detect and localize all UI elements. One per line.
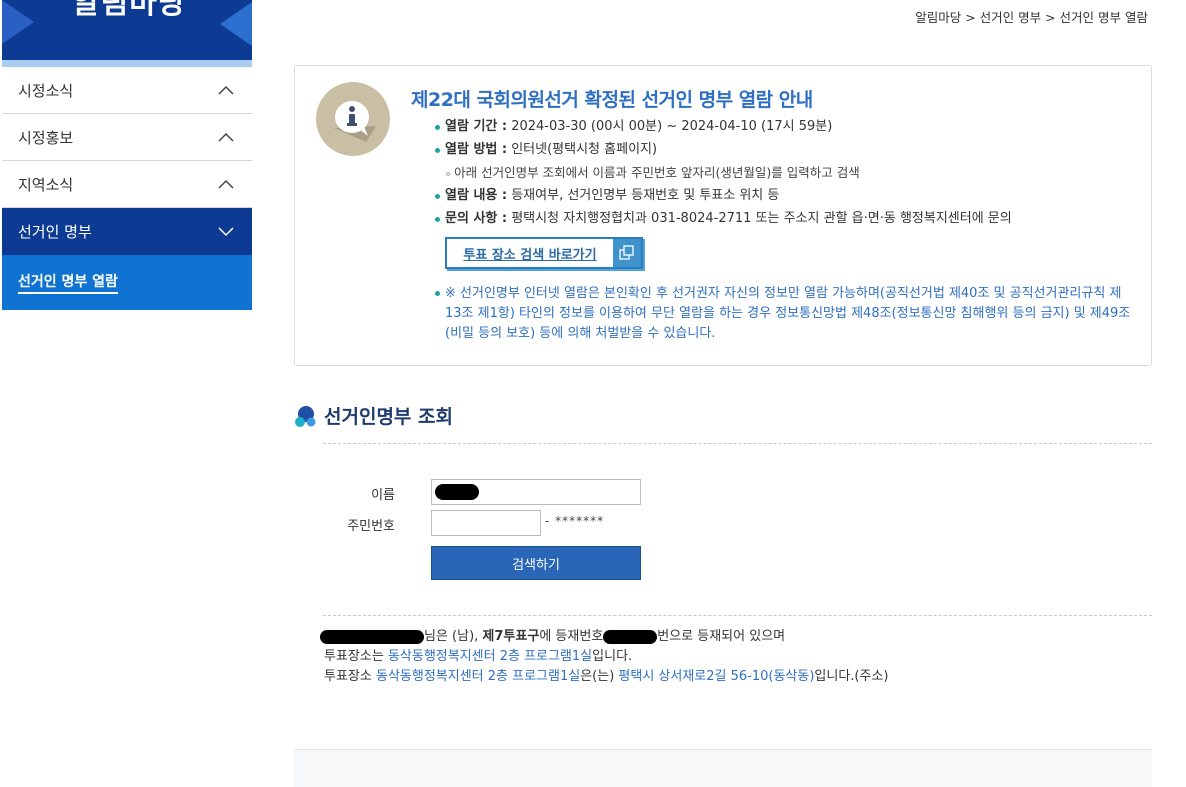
sidebar-item-label: 시정홍보 (18, 128, 74, 147)
legal-warning: ※ 선거인명부 인터넷 열람은 본인확인 후 선거권자 자신의 정보만 열람 가… (435, 284, 1135, 344)
section-title: 선거인명부 조회 (294, 402, 453, 429)
sidebar-banner: 알림마당 (2, 0, 252, 60)
breadcrumb: 알림마당 > 선거인 명부 > 선거인 명부 열람 (915, 10, 1148, 25)
redaction (435, 484, 479, 500)
notice-row: 열람 내용 : 등재여부, 선거인명부 등재번호 및 투표소 위치 등 (435, 187, 1135, 210)
sidebar-item-voter-list[interactable]: 선거인 명부 (2, 208, 252, 255)
sidebar-item-news[interactable]: 시정소식 (2, 67, 252, 114)
sidebar-item-label: 지역소식 (18, 175, 74, 194)
submenu-item-voter-list-view[interactable]: 선거인 명부 열람 (18, 274, 118, 294)
redaction (603, 629, 658, 644)
result-line-3: 투표장소 동삭동행정복지센터 2층 프로그램1실은(는) 평택시 상서재로2길 … (324, 669, 889, 684)
result-line-1: 님은 (남), 제7투표구에 등재번호 번으로 등재되어 있으며 (320, 627, 889, 647)
notice-sub-row: » 아래 선거인명부 조회에서 이름과 주민번호 앞자리(생년월일)를 입력하고 … (445, 165, 860, 180)
sidebar-banner-title: 알림마당 (72, 0, 187, 21)
rrn-label: 주민번호 (347, 519, 395, 534)
divider (323, 615, 1152, 616)
redaction (320, 629, 424, 644)
sidebar-item-label: 시정소식 (18, 81, 74, 100)
name-label: 이름 (371, 488, 395, 503)
search-result: 님은 (남), 제7투표구에 등재번호 번으로 등재되어 있으며 투표장소는 동삭… (320, 627, 889, 687)
chevron-up-icon (218, 132, 234, 142)
footer (294, 750, 1152, 787)
rrn-input[interactable] (431, 510, 541, 536)
search-button[interactable]: 검색하기 (431, 546, 641, 580)
rrn-mask: - ******* (545, 514, 605, 528)
sidebar-item-local[interactable]: 지역소식 (2, 161, 252, 208)
notice-title: 제22대 국회의원선거 확정된 선거인 명부 열람 안내 (411, 89, 813, 111)
divider (323, 443, 1152, 444)
notice-list: 열람 기간 : 2024-03-30 (00시 00분) ~ 2024-04-1… (435, 118, 1135, 233)
notice-row: 문의 사항 : 평택시청 자치행정협치과 031-8024-2711 또는 주소… (435, 210, 1135, 233)
external-link-icon (613, 239, 641, 267)
section-bullet-icon (295, 405, 316, 427)
arrow-icon: » (445, 169, 452, 180)
polling-place-link-button[interactable]: 투표 장소 검색 바로가기 (445, 237, 643, 269)
sidebar-item-pr[interactable]: 시정홍보 (2, 114, 252, 161)
info-icon (316, 82, 390, 156)
notice-row: 열람 방법 : 인터넷(평택시청 홈페이지) (435, 141, 1135, 164)
chevron-up-icon (218, 85, 234, 95)
sidebar-submenu: 선거인 명부 열람 (2, 255, 252, 310)
sidebar-item-label: 선거인 명부 (18, 223, 92, 241)
sidebar: 알림마당 시정소식 시정홍보 지역소식 선거인 명부 선거인 명부 열람 (2, 0, 252, 310)
chevron-down-icon (218, 226, 234, 236)
chevron-up-icon (218, 179, 234, 189)
notice-box: 제22대 국회의원선거 확정된 선거인 명부 열람 안내 열람 기간 : 202… (294, 65, 1152, 366)
result-line-2: 투표장소는 동삭동행정복지센터 2층 프로그램1실입니다. (324, 649, 633, 664)
notice-row: 열람 기간 : 2024-03-30 (00시 00분) ~ 2024-04-1… (435, 118, 1135, 141)
